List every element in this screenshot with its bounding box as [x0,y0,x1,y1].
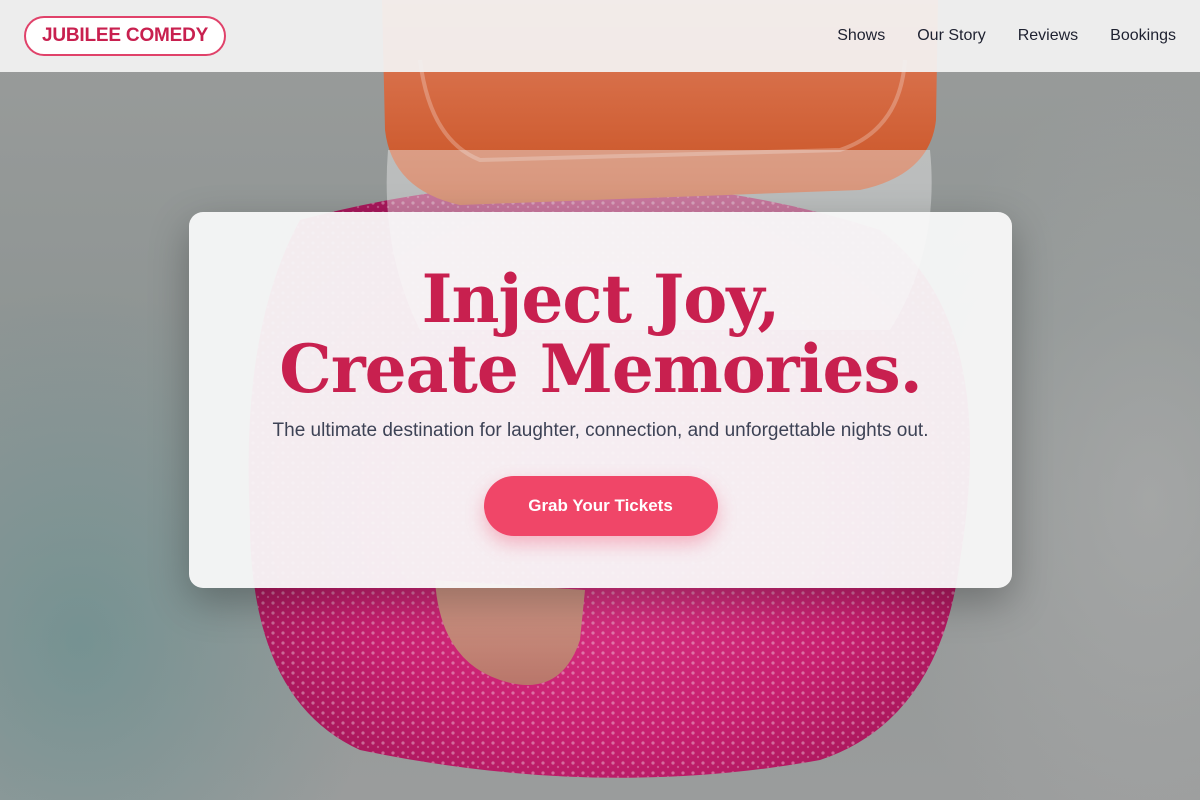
nav-link-our-story[interactable]: Our Story [917,27,985,45]
nav-link-bookings[interactable]: Bookings [1110,27,1176,45]
hero-card: Inject Joy, Create Memories. The ultimat… [189,212,1012,588]
hero-subtitle: The ultimate destination for laughter, c… [272,420,929,441]
site-logo[interactable]: JUBILEE COMEDY [24,16,227,56]
grab-tickets-button[interactable]: Grab Your Tickets [483,476,718,536]
hero-headline: Inject Joy, Create Memories. [189,264,1012,404]
main-nav: Shows Our Story Reviews Bookings [837,27,1176,45]
hero-headline-line-2: Create Memories. [279,330,922,408]
nav-link-reviews[interactable]: Reviews [1018,27,1078,45]
page: JUBILEE COMEDY Shows Our Story Reviews B… [0,0,1200,800]
top-navigation-bar: JUBILEE COMEDY Shows Our Story Reviews B… [0,0,1200,72]
hero-headline-line-1: Inject Joy, [421,260,781,338]
nav-link-shows[interactable]: Shows [837,27,885,45]
